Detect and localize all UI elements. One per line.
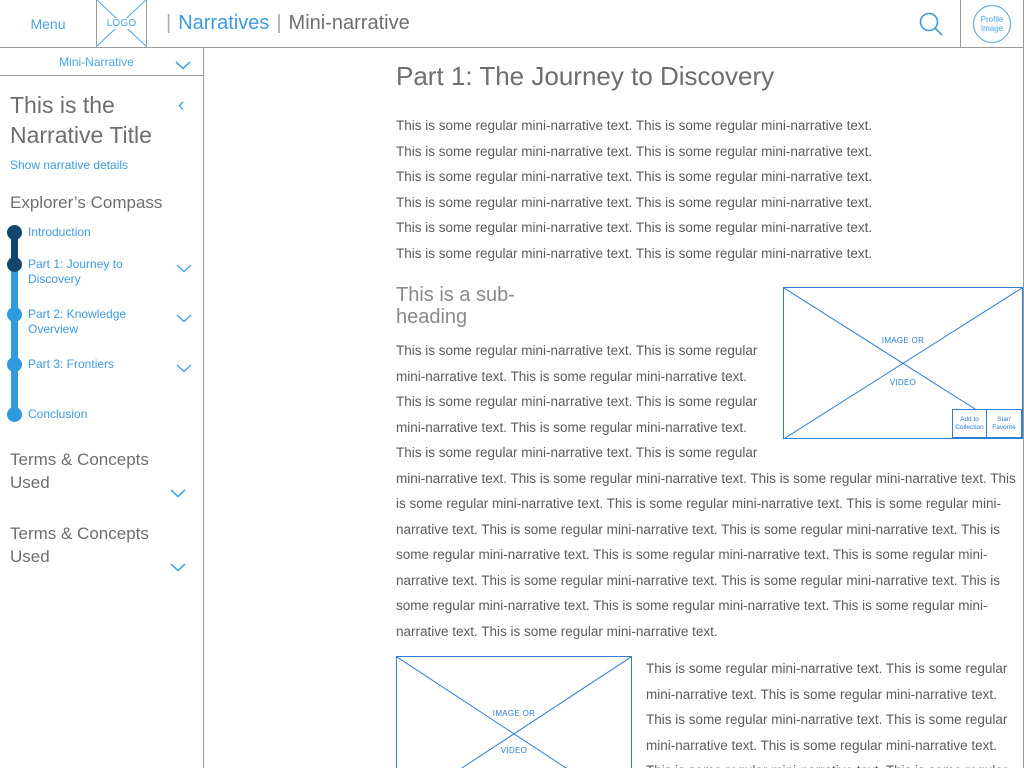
media-actions: Add to Collection Star/ Favorite: [952, 409, 1022, 438]
sidebar: Mini-Narrative This is the Narrative Tit…: [0, 48, 204, 768]
profile-button[interactable]: Profile Image: [961, 0, 1023, 47]
timeline-label[interactable]: Part 3: Frontiers: [28, 357, 176, 372]
breadcrumb-link-narratives[interactable]: Narratives: [178, 12, 269, 35]
chevron-down-icon: [175, 57, 191, 70]
narrative-timeline: Introduction Part 1: Journey to Discover…: [0, 225, 203, 422]
page-title: Part 1: The Journey to Discovery: [396, 61, 775, 91]
wrapped-section: IMAGE OR VIDEO Add to Collection Star/ F…: [396, 284, 1023, 644]
breadcrumb-separator-2: |: [276, 12, 282, 34]
search-icon: [919, 12, 943, 36]
media-label-bottom: VIDEO: [889, 378, 917, 387]
timeline-label[interactable]: Introduction: [28, 225, 203, 240]
paragraph: This is some regular mini-narrative text…: [396, 194, 873, 210]
timeline-dot-icon: [7, 357, 22, 372]
timeline-item-part-3[interactable]: Part 3: Frontiers: [0, 357, 203, 407]
media-placeholder-top[interactable]: IMAGE OR VIDEO Add to Collection Star/ F…: [783, 287, 1023, 439]
chevron-down-icon[interactable]: [176, 360, 192, 378]
timeline-dot-icon: [7, 307, 22, 322]
show-narrative-details-link[interactable]: Show narrative details: [10, 158, 203, 172]
mini-narrative-label: Mini-Narrative: [59, 54, 134, 69]
collapse-sidebar-chevron-left-icon[interactable]: ‹: [178, 90, 196, 150]
media-placeholder-bottom[interactable]: IMAGE OR VIDEO: [396, 656, 632, 768]
avatar: Profile Image: [973, 4, 1011, 43]
timeline-dot-icon: [7, 257, 22, 272]
timeline-dot-icon: [7, 407, 22, 422]
narrative-title: This is the Narrative Title: [10, 92, 152, 148]
add-to-collection-button[interactable]: Add to Collection: [952, 409, 987, 438]
search-button[interactable]: [901, 0, 961, 47]
bottom-media-section: IMAGE OR VIDEO This is some regular mini…: [396, 656, 1023, 768]
timeline-label[interactable]: Part 2: Knowledge Overview: [28, 307, 176, 337]
timeline-item-part-2[interactable]: Part 2: Knowledge Overview: [0, 307, 203, 357]
header-actions: Profile Image: [901, 0, 1023, 47]
star-favorite-button[interactable]: Star/ Favorite: [987, 409, 1022, 438]
breadcrumb-current: Mini-narrative: [288, 12, 410, 34]
app-window: Menu LOGO | Narratives | Mini-narrative: [0, 0, 1024, 768]
media-label-top: IMAGE OR: [881, 336, 925, 345]
chevron-down-icon[interactable]: [170, 559, 186, 572]
timeline-label[interactable]: Part 1: Journey to Discovery: [28, 257, 176, 287]
explorers-compass-title: Explorer’s Compass: [10, 193, 163, 212]
breadcrumb: | Narratives | Mini-narrative: [147, 0, 901, 47]
paragraph: This is some regular mini-narrative text…: [396, 118, 873, 133]
top-header: Menu LOGO | Narratives | Mini-narrative: [0, 0, 1023, 48]
paragraph: This is some regular mini-narrative text…: [396, 220, 873, 235]
menu-button[interactable]: Menu: [0, 0, 97, 47]
media-label-top: IMAGE OR: [492, 709, 536, 718]
timeline-label[interactable]: Conclusion: [28, 407, 203, 422]
chevron-down-icon[interactable]: [176, 310, 192, 328]
paragraph: This is some regular mini-narrative text…: [396, 245, 873, 261]
timeline-item-introduction[interactable]: Introduction: [0, 225, 203, 257]
narrative-title-row: This is the Narrative Title ‹: [0, 76, 203, 150]
timeline-item-conclusion[interactable]: Conclusion: [0, 407, 203, 457]
avatar-line-1: Profile: [980, 14, 1004, 24]
timeline-item-part-1[interactable]: Part 1: Journey to Discovery: [0, 257, 203, 307]
chevron-down-icon[interactable]: [170, 485, 186, 498]
menu-button-label: Menu: [30, 15, 66, 32]
sub-heading: This is a sub-heading: [396, 284, 515, 328]
media-label-bottom: VIDEO: [500, 746, 528, 755]
timeline-dot-icon: [7, 225, 22, 240]
terms-section-2[interactable]: Terms & Concepts Used: [10, 522, 203, 572]
intro-paragraphs: This is some regular mini-narrative text…: [396, 113, 1023, 266]
chevron-down-icon[interactable]: [176, 260, 192, 278]
bottom-paragraph: This is some regular mini-narrative text…: [646, 661, 1008, 768]
main-content: Part 1: The Journey to Discovery This is…: [205, 48, 1023, 768]
mini-narrative-selector[interactable]: Mini-Narrative: [0, 48, 203, 76]
terms-section-title: Terms & Concepts Used: [10, 524, 149, 566]
paragraph: This is some regular mini-narrative text…: [396, 169, 873, 184]
paragraph: This is some regular mini-narrative text…: [396, 143, 873, 159]
logo[interactable]: LOGO: [97, 0, 147, 47]
avatar-line-2: Image: [980, 23, 1004, 33]
breadcrumb-separator-1: |: [166, 12, 172, 34]
logo-label: LOGO: [105, 18, 138, 29]
